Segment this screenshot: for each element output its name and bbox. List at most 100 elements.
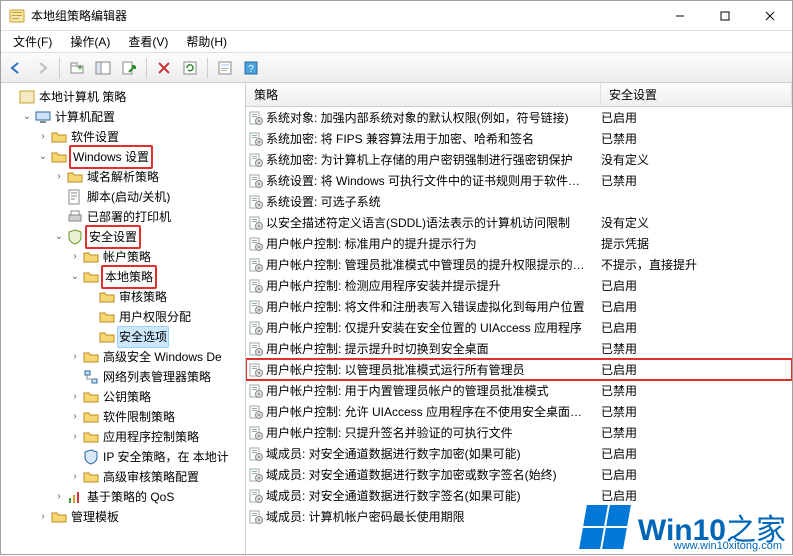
tree-user-rights[interactable]: 用户权限分配 xyxy=(85,307,245,327)
help-button[interactable]: ? xyxy=(240,57,262,79)
folder-icon xyxy=(83,469,99,485)
close-button[interactable] xyxy=(747,1,792,31)
policy-cell: 域成员: 对安全通道数据进行数字加密或数字签名(始终) xyxy=(266,466,601,483)
tree-computer-config[interactable]: ⌄计算机配置 ›软件设置 ⌄Windows 设置 ›域名解析策略 脚本(启动/关… xyxy=(21,107,245,527)
list-row[interactable]: 域成员: 对安全通道数据进行数字签名(如果可能)已启用 xyxy=(246,485,792,506)
menu-action[interactable]: 操作(A) xyxy=(62,31,118,52)
menu-help[interactable]: 帮助(H) xyxy=(178,31,235,52)
export-list-button[interactable] xyxy=(118,57,140,79)
forward-button[interactable] xyxy=(31,57,53,79)
list-row[interactable]: 系统设置: 将 Windows 可执行文件中的证书规则用于软件…已禁用 xyxy=(246,170,792,191)
tree-network-list[interactable]: 网络列表管理器策略 xyxy=(69,367,245,387)
setting-cell: 已禁用 xyxy=(601,172,792,189)
properties-button[interactable] xyxy=(214,57,236,79)
titlebar: 本地组策略编辑器 xyxy=(1,1,792,31)
list-row[interactable]: 域成员: 计算机帐户密码最长使用期限 xyxy=(246,506,792,527)
list-row[interactable]: 系统加密: 将 FIPS 兼容算法用于加密、哈希和签名已禁用 xyxy=(246,128,792,149)
tree-security-settings[interactable]: ⌄安全设置 ›帐户策略 ⌄本地策略 审核策略 用户权限分配 安 xyxy=(53,227,245,487)
setting-cell: 已启用 xyxy=(601,445,792,462)
list-row[interactable]: 域成员: 对安全通道数据进行数字加密或数字签名(始终)已启用 xyxy=(246,464,792,485)
menu-view[interactable]: 查看(V) xyxy=(120,31,176,52)
tree-scripts[interactable]: 脚本(启动/关机) xyxy=(53,187,245,207)
list-pane: 策略 安全设置 系统对象: 加强内部系统对象的默认权限(例如，符号链接)已启用系… xyxy=(246,83,792,556)
list-row[interactable]: 用户帐户控制: 将文件和注册表写入错误虚拟化到每用户位置已启用 xyxy=(246,296,792,317)
policy-item-icon xyxy=(246,131,266,147)
setting-cell: 已禁用 xyxy=(601,424,792,441)
tree-software-restriction[interactable]: ›软件限制策略 xyxy=(69,407,245,427)
setting-cell: 已启用 xyxy=(601,298,792,315)
setting-cell: 已启用 xyxy=(601,466,792,483)
policy-item-icon xyxy=(246,215,266,231)
svg-text:?: ? xyxy=(248,64,254,75)
tree-security-options[interactable]: 安全选项 xyxy=(85,327,245,347)
list-row[interactable]: 用户帐户控制: 管理员批准模式中管理员的提升权限提示的…不提示，直接提升 xyxy=(246,254,792,275)
qos-icon xyxy=(67,489,83,505)
setting-cell: 不提示，直接提升 xyxy=(601,256,792,273)
tree-policy-qos[interactable]: ›基于策略的 QoS xyxy=(53,487,245,507)
tree-pane[interactable]: 本地计算机 策略 ⌄计算机配置 ›软件设置 ⌄Windows 设置 ›域名解析策… xyxy=(1,83,246,556)
refresh-button[interactable] xyxy=(179,57,201,79)
tree-name-resolution[interactable]: ›域名解析策略 xyxy=(53,167,245,187)
folder-icon xyxy=(99,309,115,325)
window-title: 本地组策略编辑器 xyxy=(31,7,657,24)
policy-cell: 系统加密: 将 FIPS 兼容算法用于加密、哈希和签名 xyxy=(266,130,601,147)
tree-windows-settings[interactable]: ⌄Windows 设置 ›域名解析策略 脚本(启动/关机) 已部署的打印机 ⌄安… xyxy=(37,147,245,507)
printer-icon xyxy=(67,209,83,225)
setting-cell: 提示凭据 xyxy=(601,235,792,252)
list-row[interactable]: 以安全描述符定义语言(SDDL)语法表示的计算机访问限制没有定义 xyxy=(246,212,792,233)
tree-local-policies[interactable]: ⌄本地策略 审核策略 用户权限分配 安全选项 xyxy=(69,267,245,347)
policy-item-icon xyxy=(246,236,266,252)
policy-item-icon xyxy=(246,509,266,525)
list-row[interactable]: 用户帐户控制: 提示提升时切换到安全桌面已禁用 xyxy=(246,338,792,359)
minimize-button[interactable] xyxy=(657,1,702,31)
toolbar-separator xyxy=(146,58,147,78)
policy-root-icon xyxy=(19,89,35,105)
tree-software-settings[interactable]: ›软件设置 xyxy=(37,127,245,147)
app-icon xyxy=(9,8,25,24)
tree-deployed-printers[interactable]: 已部署的打印机 xyxy=(53,207,245,227)
list-row[interactable]: 系统加密: 为计算机上存储的用户密钥强制进行强密钥保护没有定义 xyxy=(246,149,792,170)
policy-cell: 用户帐户控制: 允许 UIAccess 应用程序在不使用安全桌面… xyxy=(266,403,601,420)
tree-advanced-audit[interactable]: ›高级审核策略配置 xyxy=(69,467,245,487)
up-button[interactable] xyxy=(66,57,88,79)
shield-icon xyxy=(83,449,99,465)
column-setting[interactable]: 安全设置 xyxy=(601,83,792,106)
delete-button[interactable] xyxy=(153,57,175,79)
folder-icon xyxy=(83,389,99,405)
policy-cell: 用户帐户控制: 将文件和注册表写入错误虚拟化到每用户位置 xyxy=(266,298,601,315)
list-header: 策略 安全设置 xyxy=(246,83,792,107)
policy-cell: 系统设置: 可选子系统 xyxy=(266,193,601,210)
show-hide-tree-button[interactable] xyxy=(92,57,114,79)
list-row[interactable]: 用户帐户控制: 检测应用程序安装并提示提升已启用 xyxy=(246,275,792,296)
policy-cell: 域成员: 对安全通道数据进行数字加密(如果可能) xyxy=(266,445,601,462)
tree-admin-templates[interactable]: ›管理模板 xyxy=(37,507,245,527)
policy-cell: 域成员: 计算机帐户密码最长使用期限 xyxy=(266,508,601,525)
list-row[interactable]: 用户帐户控制: 用于内置管理员帐户的管理员批准模式已禁用 xyxy=(246,380,792,401)
back-button[interactable] xyxy=(5,57,27,79)
maximize-button[interactable] xyxy=(702,1,747,31)
tree-audit-policy[interactable]: 审核策略 xyxy=(85,287,245,307)
list-row[interactable]: 用户帐户控制: 标准用户的提升提示行为提示凭据 xyxy=(246,233,792,254)
list-row[interactable]: 用户帐户控制: 仅提升安装在安全位置的 UIAccess 应用程序已启用 xyxy=(246,317,792,338)
menubar: 文件(F) 操作(A) 查看(V) 帮助(H) xyxy=(1,31,792,53)
column-policy[interactable]: 策略 xyxy=(246,83,601,106)
tree-app-control[interactable]: ›应用程序控制策略 xyxy=(69,427,245,447)
menu-file[interactable]: 文件(F) xyxy=(5,31,60,52)
policy-cell: 用户帐户控制: 以管理员批准模式运行所有管理员 xyxy=(266,361,601,378)
tree-windows-defender[interactable]: ›高级安全 Windows De xyxy=(69,347,245,367)
policy-item-icon xyxy=(246,404,266,420)
list-row[interactable]: 系统设置: 可选子系统 xyxy=(246,191,792,212)
list-row[interactable]: 用户帐户控制: 以管理员批准模式运行所有管理员已启用 xyxy=(246,359,792,380)
toolbar: ? xyxy=(1,53,792,83)
list-row[interactable]: 用户帐户控制: 允许 UIAccess 应用程序在不使用安全桌面…已禁用 xyxy=(246,401,792,422)
tree-account-policies[interactable]: ›帐户策略 xyxy=(69,247,245,267)
list-row[interactable]: 系统对象: 加强内部系统对象的默认权限(例如，符号链接)已启用 xyxy=(246,107,792,128)
tree-root[interactable]: 本地计算机 策略 ⌄计算机配置 ›软件设置 ⌄Windows 设置 ›域名解析策… xyxy=(5,87,245,527)
tree-public-key[interactable]: ›公钥策略 xyxy=(69,387,245,407)
list-row[interactable]: 用户帐户控制: 只提升签名并验证的可执行文件已禁用 xyxy=(246,422,792,443)
policy-cell: 用户帐户控制: 仅提升安装在安全位置的 UIAccess 应用程序 xyxy=(266,319,601,336)
tree-ip-security[interactable]: IP 安全策略，在 本地计 xyxy=(69,447,245,467)
policy-cell: 系统设置: 将 Windows 可执行文件中的证书规则用于软件… xyxy=(266,172,601,189)
list-body[interactable]: 系统对象: 加强内部系统对象的默认权限(例如，符号链接)已启用系统加密: 将 F… xyxy=(246,107,792,556)
list-row[interactable]: 域成员: 对安全通道数据进行数字加密(如果可能)已启用 xyxy=(246,443,792,464)
